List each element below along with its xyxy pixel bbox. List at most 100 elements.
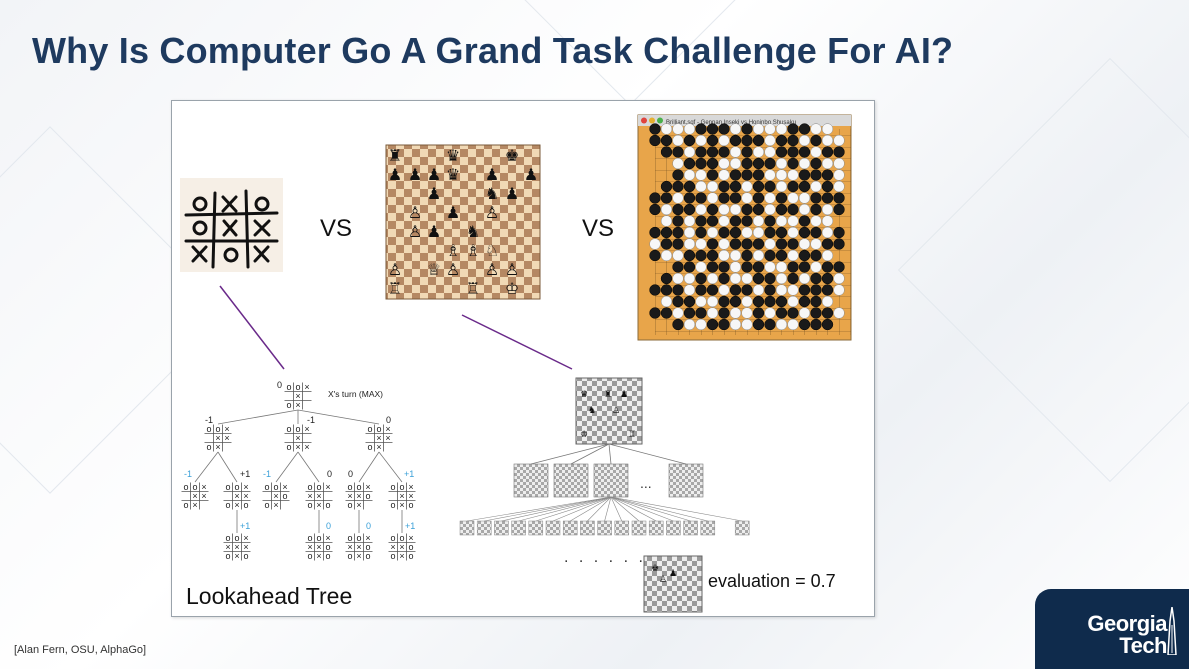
go-stone-white: [775, 157, 788, 170]
go-stone-black: [764, 295, 776, 308]
go-stone-black: [672, 215, 684, 227]
svg-text:♛: ♛: [446, 146, 460, 165]
go-stone-black: [672, 169, 684, 181]
go-stone-black: [660, 134, 673, 147]
go-stone-white: [729, 157, 742, 170]
svg-text:♛: ♛: [446, 165, 460, 184]
go-stone-black: [741, 284, 753, 296]
chess-mid-board: [513, 463, 549, 498]
ttt-level1-value: -1: [307, 415, 315, 425]
chess-leaf-board-small: [666, 520, 681, 536]
go-stone-black: [672, 295, 684, 308]
ttt-level2-board: o o ×× oo ×: [262, 482, 290, 510]
ttt-level2-value: +1: [240, 469, 250, 479]
go-stone-black: [672, 203, 684, 216]
tree-edge: [217, 409, 299, 425]
go-stone-black: [752, 134, 765, 147]
go-stone-black: [672, 146, 684, 158]
go-stone-black: [764, 180, 776, 193]
go-stone-black: [660, 180, 673, 193]
svg-text:o: o: [243, 551, 248, 561]
go-stone-black: [833, 226, 845, 239]
go-stone-white: [810, 123, 822, 135]
go-stone-black: [729, 180, 742, 193]
go-stone-black: [821, 272, 834, 285]
svg-text:o: o: [307, 551, 312, 561]
go-stone-black: [798, 318, 811, 331]
go-stone-black: [649, 123, 661, 135]
tree-edge: [358, 451, 380, 483]
svg-text:×: ×: [224, 433, 229, 443]
go-stone-black: [706, 146, 719, 158]
go-stone-black: [695, 192, 707, 204]
go-stone-black: [787, 180, 799, 193]
svg-text:o: o: [243, 500, 248, 510]
go-stone-white: [706, 226, 719, 239]
go-stone-white: [718, 169, 730, 181]
svg-text:×: ×: [234, 500, 239, 510]
go-stone-black: [752, 180, 765, 193]
go-stone-black: [752, 169, 765, 181]
ttt-level1-board: o o ×× ×o ×: [365, 424, 393, 452]
go-stone-black: [660, 146, 673, 158]
go-stone-white: [798, 157, 811, 170]
go-stone-white: [718, 134, 730, 147]
go-stone-black: [718, 192, 730, 204]
go-stone-white: [821, 215, 834, 227]
go-stone-black: [706, 203, 719, 216]
go-stone-white: [775, 272, 788, 285]
chess-tree-edge: [552, 496, 612, 522]
svg-text:♜: ♜: [388, 146, 402, 165]
go-stone-black: [810, 134, 822, 147]
go-stone-white: [718, 249, 730, 262]
go-stone-black: [718, 123, 730, 135]
go-stone-black: [649, 249, 661, 262]
go-stone-white: [649, 238, 661, 250]
go-stone-black: [672, 238, 684, 250]
go-stone-white: [706, 295, 719, 308]
go-stone-black: [683, 157, 696, 170]
ttt-level2-value: -1: [263, 469, 271, 479]
svg-text:×: ×: [304, 442, 309, 452]
chess-leaf-board-small: [545, 520, 561, 536]
svg-text:♚: ♚: [505, 146, 519, 165]
go-stone-black: [741, 203, 753, 216]
go-stone-black: [706, 238, 719, 250]
go-stone-white: [741, 226, 753, 239]
go-stone-black: [787, 134, 799, 147]
svg-text:o: o: [408, 551, 413, 561]
svg-text:♞: ♞: [485, 184, 499, 203]
go-stone-black: [695, 226, 707, 239]
go-stone-white: [764, 169, 776, 181]
go-stone-black: [821, 180, 834, 193]
evaluation-label: evaluation = 0.7: [708, 571, 836, 591]
svg-text:o: o: [225, 482, 230, 492]
go-stone-black: [706, 318, 719, 331]
logo-line-2: Tech: [1119, 633, 1167, 658]
go-stone-black: [718, 295, 730, 308]
go-stone-white: [672, 192, 684, 204]
svg-text:♙: ♙: [408, 222, 422, 241]
tree-edge: [275, 451, 299, 483]
go-stone-black: [695, 284, 707, 296]
go-stone-black: [695, 123, 707, 135]
go-stone-black: [752, 295, 765, 308]
go-stone-black: [810, 295, 822, 308]
svg-text:×: ×: [234, 551, 239, 561]
svg-text:♘: ♘: [485, 241, 499, 260]
go-stone-black: [695, 157, 707, 170]
chess-tree-edge: [610, 496, 708, 522]
svg-text:×: ×: [356, 551, 361, 561]
ttt-level2-value: 0: [327, 469, 332, 479]
connector-chess: [461, 314, 573, 370]
chess-mid-board: [593, 463, 629, 498]
go-stone-black: [660, 272, 673, 285]
ttt-level2-value: -1: [184, 469, 192, 479]
go-stone-white: [764, 123, 776, 135]
go-stone-black: [683, 180, 696, 193]
go-stone-white: [683, 146, 696, 158]
go-stone-white: [810, 180, 822, 193]
go-stone-black: [741, 249, 753, 262]
ttt-level2-board: o o ×× ×o × o: [388, 482, 416, 510]
svg-text:♞: ♞: [588, 406, 596, 416]
